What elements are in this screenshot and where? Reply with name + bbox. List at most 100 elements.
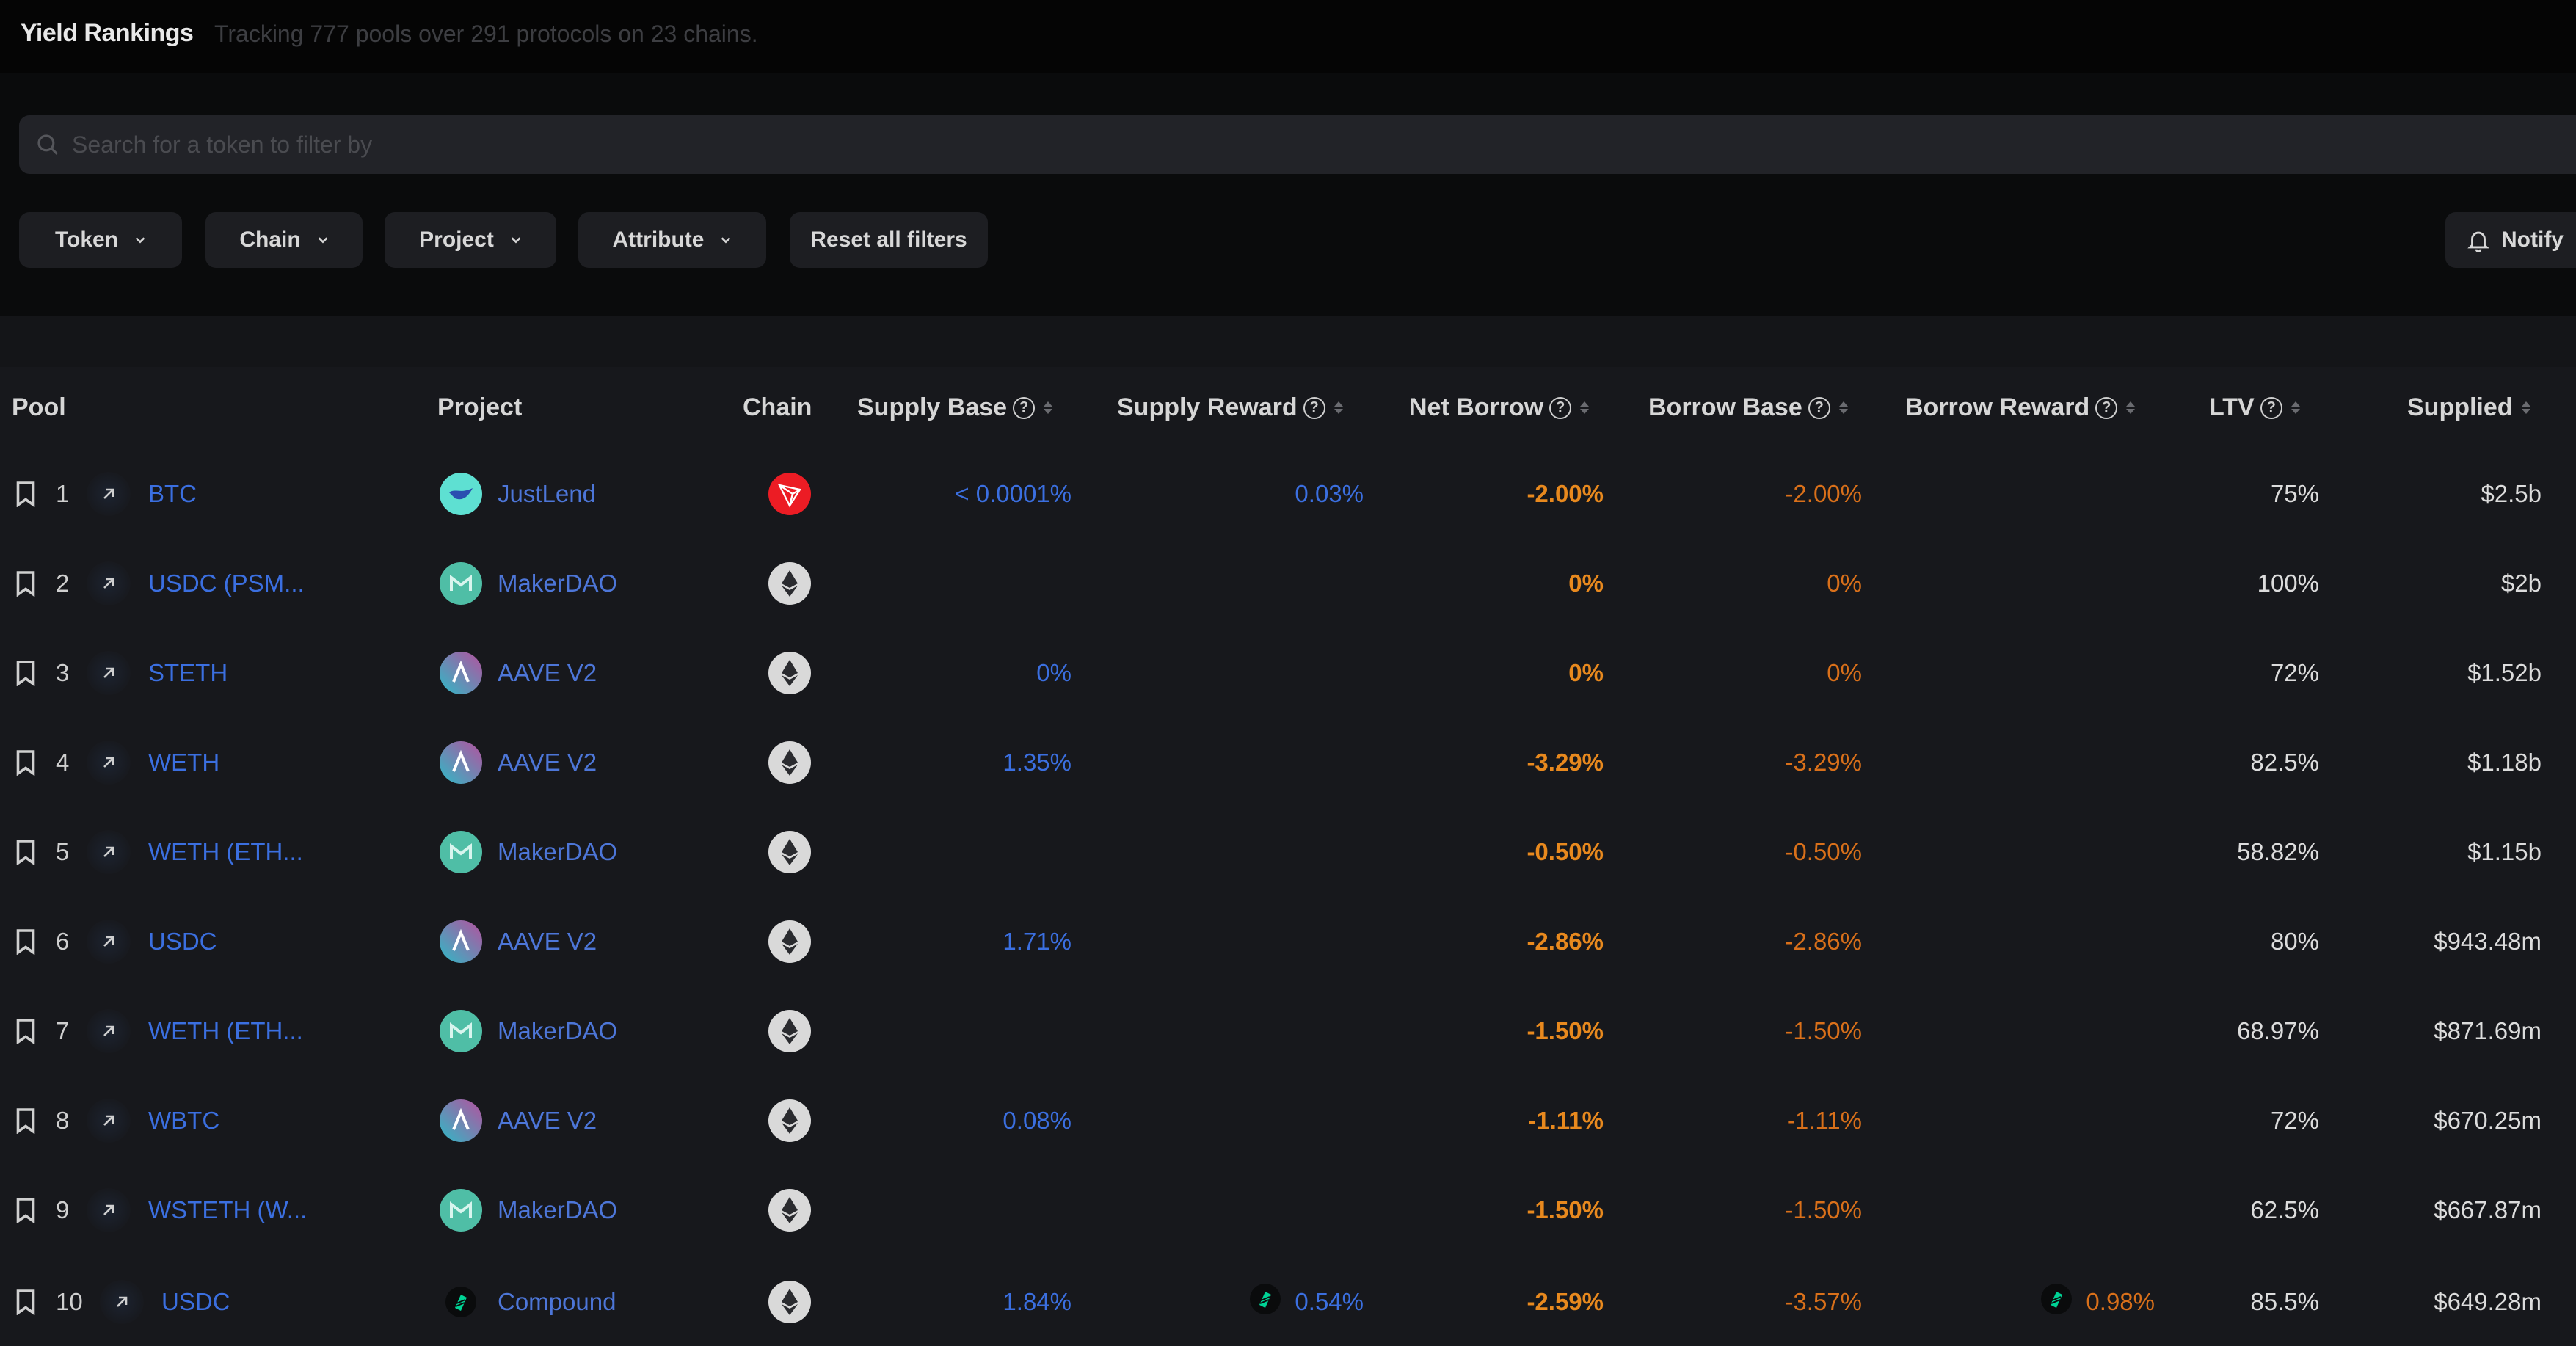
help-icon[interactable]: ? (2095, 396, 2118, 419)
help-icon[interactable]: ? (2260, 396, 2282, 419)
ethereum-icon (768, 920, 812, 964)
search-bar[interactable] (19, 115, 2576, 174)
column-header-supplied[interactable]: Supplied (2407, 393, 2530, 422)
help-icon[interactable]: ? (1303, 396, 1325, 419)
column-label: Supply Reward (1117, 393, 1298, 421)
open-pool-link[interactable] (87, 651, 131, 695)
bookmark-button[interactable] (15, 1273, 37, 1331)
sort-icon[interactable] (1044, 401, 1053, 414)
bookmark-button[interactable] (15, 1181, 37, 1240)
reset-filters-button[interactable]: Reset all filters (790, 212, 988, 268)
project-filter-button[interactable]: Project (385, 212, 556, 268)
project-link[interactable]: AAVE V2 (439, 1091, 597, 1150)
project-link[interactable]: JustLend (439, 465, 596, 523)
pool-link[interactable]: BTC (148, 465, 197, 523)
search-input[interactable] (70, 130, 2275, 159)
row-rank: 7 (56, 1017, 70, 1044)
bookmark-icon (16, 750, 35, 776)
ltv-value: 85.5% (2250, 1288, 2319, 1315)
bookmark-button[interactable] (15, 554, 37, 613)
sort-icon[interactable] (1334, 401, 1343, 414)
pool-link[interactable]: STETH (148, 644, 228, 702)
open-pool-link[interactable] (100, 1280, 144, 1324)
sort-icon[interactable] (2126, 401, 2136, 414)
chain-icon-cell (768, 644, 812, 702)
supplied-value: $871.69m (2434, 1017, 2542, 1044)
pool-link[interactable]: USDC (161, 1273, 230, 1331)
pool-link[interactable]: WBTC (148, 1091, 219, 1150)
pool-link[interactable]: USDC (PSM... (148, 554, 305, 613)
project-link[interactable]: AAVE V2 (439, 733, 597, 792)
supply-reward-value (1101, 1091, 1364, 1150)
ltv-value: 100% (2257, 570, 2319, 597)
open-pool-link[interactable] (87, 830, 131, 874)
bookmark-button[interactable] (15, 644, 37, 702)
open-pool-link[interactable] (87, 472, 131, 516)
sort-icon[interactable] (1580, 401, 1590, 414)
borrow-base-value: -3.29% (1785, 749, 1862, 776)
tron-icon (768, 472, 812, 516)
open-pool-link[interactable] (87, 1009, 131, 1053)
open-pool-link[interactable] (87, 741, 131, 785)
notify-button[interactable]: Notify (2445, 212, 2576, 268)
chain-icon-cell (768, 1002, 812, 1061)
bookmark-button[interactable] (15, 1002, 37, 1061)
pool-link[interactable]: WETH (ETH... (148, 823, 303, 881)
column-header-supply-reward[interactable]: Supply Reward ? (1117, 393, 1343, 422)
sort-icon[interactable] (1838, 401, 1848, 414)
attribute-filter-button[interactable]: Attribute (578, 212, 766, 268)
bookmark-button[interactable] (15, 823, 37, 881)
column-header-net-borrow[interactable]: Net Borrow ? (1409, 393, 1590, 422)
page-subtitle: Tracking 777 pools over 291 protocols on… (214, 21, 758, 47)
borrow-reward-value (1908, 1181, 2155, 1240)
project-link[interactable]: MakerDAO (439, 1002, 617, 1061)
open-pool-link[interactable] (87, 920, 131, 964)
open-pool-link[interactable] (87, 1188, 131, 1232)
project-link[interactable]: AAVE V2 (439, 644, 597, 702)
column-header-borrow-base[interactable]: Borrow Base ? (1648, 393, 1848, 422)
supply-base-value: 1.35% (1003, 749, 1071, 776)
sort-icon[interactable] (2291, 401, 2300, 414)
project-link[interactable]: MakerDAO (439, 823, 617, 881)
column-header-supply-base[interactable]: Supply Base ? (857, 393, 1053, 422)
project-link[interactable]: AAVE V2 (439, 912, 597, 971)
column-label: Borrow Base (1648, 393, 1802, 421)
open-pool-link[interactable] (87, 1099, 131, 1143)
supplied-value: $667.87m (2434, 1196, 2542, 1223)
chain-filter-button[interactable]: Chain (205, 212, 363, 268)
help-icon[interactable]: ? (1549, 396, 1572, 419)
help-icon[interactable]: ? (1808, 396, 1830, 419)
project-link[interactable]: MakerDAO (439, 554, 617, 613)
sort-icon[interactable] (2521, 401, 2530, 414)
bookmark-button[interactable] (15, 1091, 37, 1150)
net-borrow-value: -3.29% (1527, 749, 1604, 776)
column-header-borrow-reward[interactable]: Borrow Reward ? (1905, 393, 2136, 422)
bookmark-button[interactable] (15, 465, 37, 523)
pool-link[interactable]: WETH (148, 733, 219, 792)
bookmark-icon (16, 1108, 35, 1134)
open-pool-link[interactable] (87, 561, 131, 605)
bookmark-icon (16, 571, 35, 597)
table-row: 9 WSTETH (W... MakerDAO -1.50% -1.50% 62… (0, 1181, 2576, 1240)
ltv-value: 58.82% (2237, 838, 2319, 865)
net-borrow-value: -0.50% (1527, 838, 1604, 865)
project-link[interactable]: Compound (439, 1273, 616, 1331)
bookmark-button[interactable] (15, 912, 37, 971)
help-icon[interactable]: ? (1013, 396, 1036, 419)
borrow-base-value: 0% (1827, 659, 1862, 686)
ltv-value: 80% (2270, 928, 2319, 955)
chain-icon-cell (768, 554, 812, 613)
bookmark-button[interactable] (15, 733, 37, 792)
chain-icon-cell (768, 465, 812, 523)
table-row: 4 WETH AAVE V2 1.35% -3.29% -3.29% 82.5%… (0, 733, 2576, 792)
pool-link[interactable]: WSTETH (W... (148, 1181, 307, 1240)
justlend-icon (439, 472, 483, 516)
project-link[interactable]: MakerDAO (439, 1181, 617, 1240)
column-header-ltv[interactable]: LTV ? (2209, 393, 2300, 422)
token-filter-button[interactable]: Token (19, 212, 182, 268)
chevron-down-icon (135, 237, 145, 244)
pool-link[interactable]: USDC (148, 912, 217, 971)
table-row: 3 STETH AAVE V2 0% 0% 0% 72% $1.52b (0, 644, 2576, 702)
ethereum-icon (768, 651, 812, 695)
pool-link[interactable]: WETH (ETH... (148, 1002, 303, 1061)
